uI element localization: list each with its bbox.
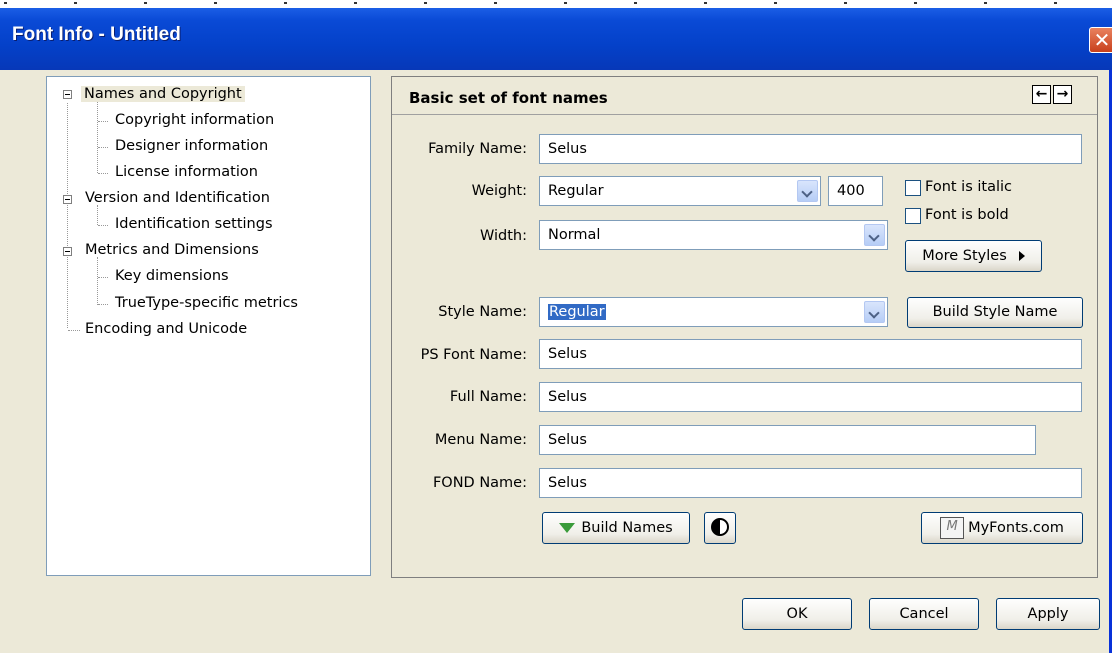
tree-line <box>97 205 98 225</box>
yin-yang-button[interactable] <box>704 512 736 544</box>
edge-dot <box>984 2 987 4</box>
tree-item-names-copyright[interactable]: Names and Copyright <box>81 86 245 102</box>
style-name-value: Regular <box>548 304 606 320</box>
ok-button[interactable]: OK <box>742 598 852 630</box>
edge-dot <box>214 2 217 4</box>
dropdown-arrow-icon[interactable] <box>864 301 885 323</box>
tree-connector <box>98 225 108 226</box>
tree-item-key-dimensions[interactable]: Key dimensions <box>115 268 229 284</box>
tree-connector <box>68 330 80 331</box>
bold-checkbox[interactable] <box>905 208 921 224</box>
build-names-label: Build Names <box>581 520 673 536</box>
triangle-right-icon <box>1018 251 1025 261</box>
gem-icon <box>559 523 576 533</box>
italic-label: Font is italic <box>925 179 1012 195</box>
style-name-label: Style Name: <box>438 304 527 320</box>
close-icon: ✕ <box>1093 28 1111 52</box>
edge-dot <box>1054 2 1057 4</box>
build-style-name-button[interactable]: Build Style Name <box>907 297 1083 328</box>
tree-item-truetype-metrics[interactable]: TrueType-specific metrics <box>115 295 298 311</box>
edge-dot <box>844 2 847 4</box>
window-title: Font Info - Untitled <box>12 24 181 45</box>
arrow-right-icon: → <box>1056 86 1069 102</box>
weight-label: Weight: <box>471 183 527 199</box>
edge-dot <box>774 2 777 4</box>
tree-connector <box>98 121 108 122</box>
tree-item-encoding-unicode[interactable]: Encoding and Unicode <box>85 321 247 337</box>
font-info-dialog: Font Info - Untitled ✕ Names and Copyrig… <box>0 0 1112 653</box>
top-edge <box>0 0 1112 8</box>
width-dropdown[interactable]: Normal <box>539 220 888 250</box>
edge-dot <box>914 2 917 4</box>
family-name-field[interactable]: Selus <box>539 134 1082 164</box>
panel-title: Basic set of font names <box>409 89 608 107</box>
style-name-dropdown[interactable]: Regular <box>539 297 888 327</box>
dropdown-arrow-icon[interactable] <box>797 180 818 202</box>
tree-line <box>97 101 98 173</box>
fond-name-label: FOND Name: <box>432 475 527 491</box>
tree-item-copyright-info[interactable]: Copyright information <box>115 112 274 128</box>
prev-page-button[interactable]: ← <box>1032 85 1051 104</box>
edge-dot <box>564 2 567 4</box>
dropdown-arrow-icon[interactable] <box>864 224 885 246</box>
edge-dot <box>634 2 637 4</box>
edge-dot <box>354 2 357 4</box>
edge-dot <box>424 2 427 4</box>
next-page-button[interactable]: → <box>1053 85 1072 104</box>
tree-line <box>67 103 68 328</box>
myfonts-icon: M <box>940 517 965 539</box>
apply-button[interactable]: Apply <box>996 598 1100 630</box>
bold-label: Font is bold <box>925 207 1009 223</box>
edge-dot <box>74 2 77 4</box>
fond-name-field[interactable]: Selus <box>539 468 1082 498</box>
ps-font-name-label: PS Font Name: <box>420 347 527 363</box>
edge-dot <box>4 2 7 4</box>
panel-header: Basic set of font names ← → <box>392 77 1097 115</box>
yin-yang-icon <box>711 518 729 536</box>
tree-connector <box>98 147 108 148</box>
cancel-button[interactable]: Cancel <box>869 598 979 630</box>
menu-name-label: Menu Name: <box>434 432 527 448</box>
weight-dropdown[interactable]: Regular <box>539 176 821 206</box>
menu-name-field[interactable]: Selus <box>539 425 1036 455</box>
edge-dot <box>284 2 287 4</box>
edge-dot <box>704 2 707 4</box>
tree-item-version-identification[interactable]: Version and Identification <box>85 190 270 206</box>
collapse-icon[interactable] <box>63 195 72 204</box>
family-name-label: Family Name: <box>428 141 527 157</box>
tree-item-designer-info[interactable]: Designer information <box>115 138 268 154</box>
names-panel: Basic set of font names ← → Family Name:… <box>391 76 1098 578</box>
tree-item-license-info[interactable]: License information <box>115 164 258 180</box>
collapse-icon[interactable] <box>63 90 72 99</box>
more-styles-label: More Styles <box>922 248 1007 264</box>
collapse-icon[interactable] <box>63 247 72 256</box>
tree-line <box>97 257 98 305</box>
myfonts-button[interactable]: M MyFonts.com <box>921 512 1083 544</box>
category-tree[interactable]: Names and Copyright Copyright informatio… <box>46 76 371 576</box>
weight-number-field[interactable]: 400 <box>828 176 883 206</box>
full-name-field[interactable]: Selus <box>539 382 1082 412</box>
full-name-label: Full Name: <box>449 389 527 405</box>
title-bar[interactable]: Font Info - Untitled ✕ <box>0 8 1112 70</box>
tree-connector <box>98 173 108 174</box>
weight-value: Regular <box>548 183 604 199</box>
edge-dot <box>494 2 497 4</box>
close-button[interactable]: ✕ <box>1089 27 1112 53</box>
ps-font-name-field[interactable]: Selus <box>539 339 1082 369</box>
width-value: Normal <box>548 227 601 243</box>
more-styles-button[interactable]: More Styles <box>905 240 1042 272</box>
arrow-left-icon: ← <box>1035 86 1048 102</box>
tree-connector <box>98 304 108 305</box>
tree-connector <box>98 277 108 278</box>
tree-item-identification-settings[interactable]: Identification settings <box>115 216 273 232</box>
edge-dot <box>144 2 147 4</box>
build-names-button[interactable]: Build Names <box>542 512 690 544</box>
tree-item-metrics-dimensions[interactable]: Metrics and Dimensions <box>85 242 259 258</box>
width-label: Width: <box>479 228 527 244</box>
myfonts-label: MyFonts.com <box>968 520 1064 536</box>
italic-checkbox[interactable] <box>905 180 921 196</box>
